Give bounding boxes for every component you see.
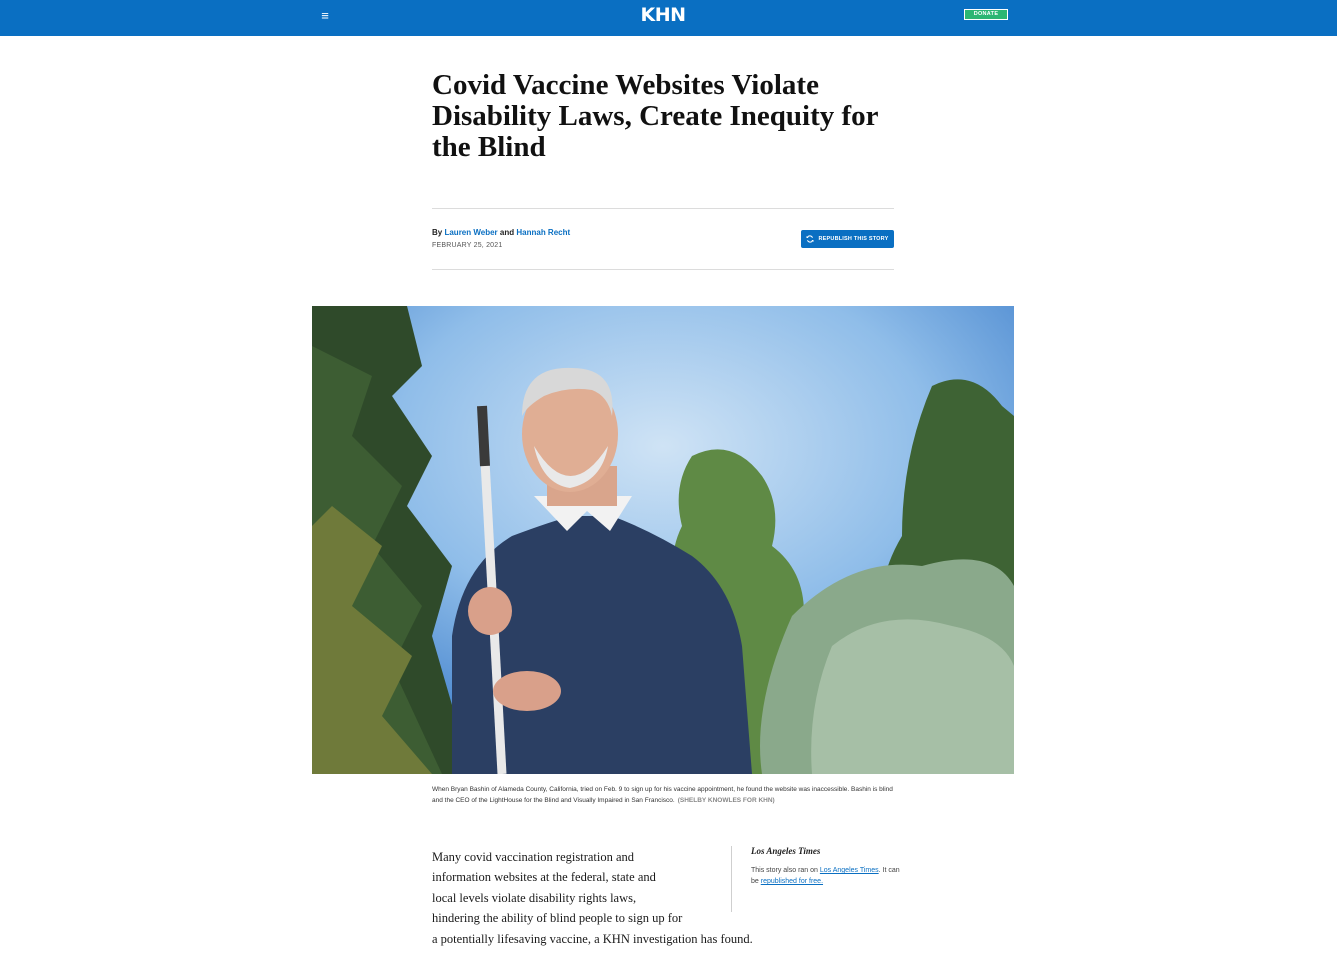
site-header: ≡ KHN DONATE — [0, 0, 1337, 36]
syndication-box: Los Angeles Times This story also ran on… — [731, 846, 901, 912]
caption-text: When Bryan Bashin of Alameda County, Cal… — [432, 786, 893, 804]
photo-illustration — [312, 306, 1014, 774]
republish-button[interactable]: REPUBLISH THIS STORY — [801, 230, 894, 248]
lede-line: hindering the ability of blind people to… — [432, 911, 683, 926]
khn-logo[interactable]: KHN — [620, 4, 706, 28]
lede-line: local levels violate disability rights l… — [432, 890, 637, 905]
donate-button[interactable]: DONATE — [964, 9, 1008, 20]
lede-line: information websites at the federal, sta… — [432, 870, 656, 885]
author-link-hannah-recht[interactable]: Hannah Recht — [516, 228, 570, 237]
author-link-lauren-weber[interactable]: Lauren Weber — [444, 228, 497, 237]
hero-photo — [312, 306, 1014, 774]
los-angeles-times-link[interactable]: Los Angeles Times — [820, 867, 879, 874]
photo-caption: When Bryan Bashin of Alameda County, Cal… — [432, 784, 902, 806]
republish-label: REPUBLISH THIS STORY — [818, 236, 889, 242]
article-lede: Many covid vaccination registration and … — [432, 847, 777, 949]
photo-credit: (SHELBY KNOWLES FOR KHN) — [677, 797, 775, 804]
hamburger-menu-icon[interactable]: ≡ — [318, 9, 332, 23]
divider — [432, 269, 894, 270]
lede-line: Many covid vaccination registration and — [432, 850, 635, 864]
article-title: Covid Vaccine Websites Violate Disabilit… — [432, 69, 879, 163]
byline-conjunction: and — [499, 228, 515, 237]
publish-date: FEBRUARY 25, 2021 — [432, 242, 503, 249]
syndication-text: This story also ran on Los Angeles Times… — [751, 865, 901, 887]
refresh-icon — [806, 235, 814, 243]
byline: By Lauren Weber and Hannah Recht — [432, 228, 570, 237]
lede-line: a potentially lifesaving vaccine, a KHN … — [432, 931, 753, 946]
divider — [432, 208, 894, 209]
los-angeles-times-logo: Los Angeles Times — [751, 846, 821, 856]
republish-free-link[interactable]: republished for free. — [761, 878, 823, 885]
syndication-prefix: This story also ran on — [751, 867, 818, 874]
byline-prefix: By — [432, 228, 443, 237]
